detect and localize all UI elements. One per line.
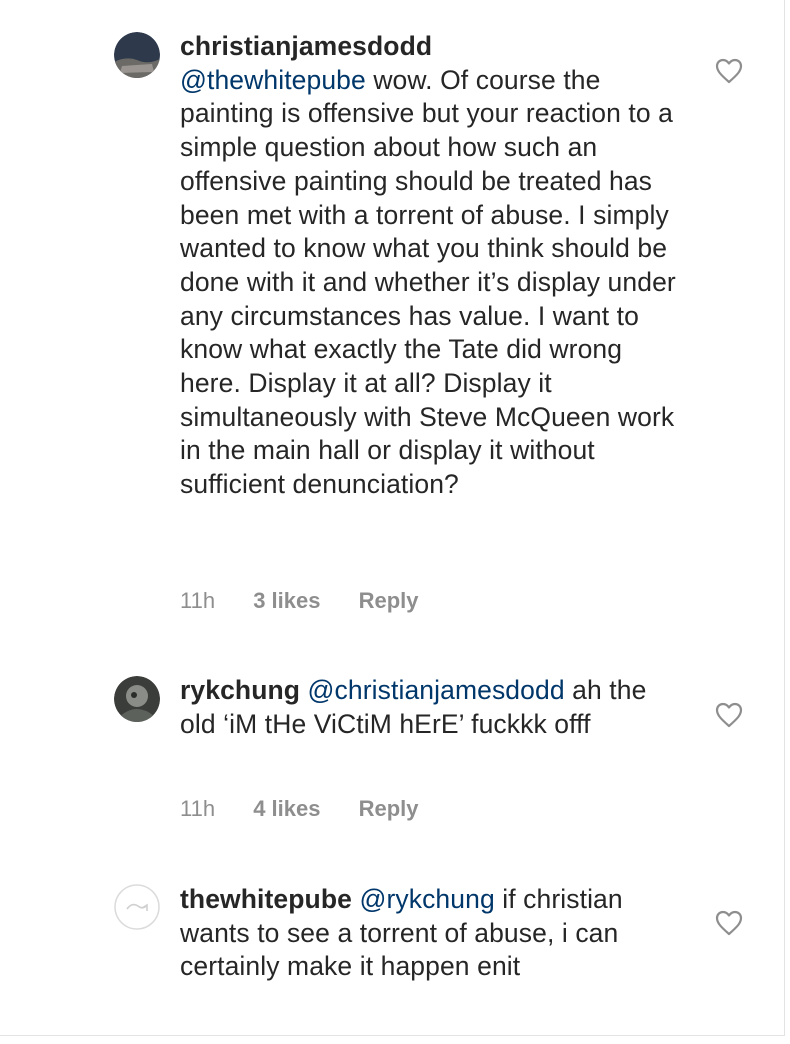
comment-meta: 11h 4 likes Reply (180, 796, 451, 822)
avatar[interactable] (114, 32, 160, 78)
comment-text: wow. Of course the painting is offensive… (180, 64, 676, 500)
heart-outline-icon[interactable] (715, 702, 743, 728)
comment-body: thewhitepube @rykchung if christian want… (180, 883, 680, 984)
comment-username[interactable]: rykchung (180, 675, 300, 705)
comment-username[interactable]: thewhitepube (180, 884, 352, 914)
comment-likes-count[interactable]: 3 likes (253, 588, 320, 613)
comment-mention[interactable]: @christianjamesdodd (308, 675, 565, 705)
heart-outline-icon[interactable] (715, 58, 743, 84)
comment-meta: 11h 3 likes Reply (180, 588, 451, 614)
comment-body: christianjamesdodd @thewhitepube wow. Of… (180, 30, 680, 502)
comment-timestamp: 11h (180, 796, 216, 821)
comment-username[interactable]: christianjamesdodd (180, 31, 432, 61)
comment-timestamp: 11h (180, 588, 216, 613)
reply-button[interactable]: Reply (359, 588, 419, 613)
reply-button[interactable]: Reply (359, 796, 419, 821)
comment-mention[interactable]: @rykchung (359, 884, 494, 914)
avatar[interactable] (114, 676, 160, 722)
comment-body: rykchung @christianjamesdodd ah the old … (180, 674, 680, 741)
comment-mention[interactable]: @thewhitepube (180, 65, 366, 95)
heart-outline-icon[interactable] (715, 910, 743, 936)
avatar[interactable] (114, 884, 160, 930)
comment-likes-count[interactable]: 4 likes (253, 796, 320, 821)
comments-panel: christianjamesdodd @thewhitepube wow. Of… (0, 0, 785, 1036)
